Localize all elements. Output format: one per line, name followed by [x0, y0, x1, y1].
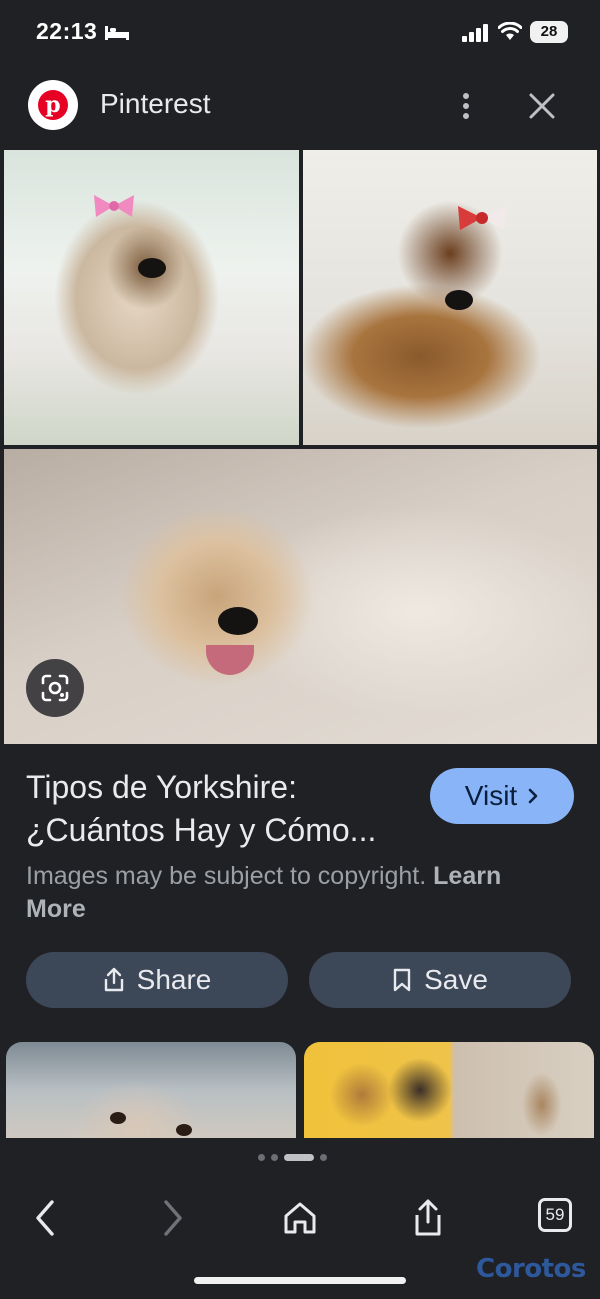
back-icon[interactable] [26, 1198, 66, 1238]
result-title-line1: Tipos de Yorkshire: [26, 769, 297, 805]
result-image-1[interactable] [4, 150, 299, 445]
result-title: Tipos de Yorkshire: ¿Cuántos Hay y Cómo.… [26, 766, 416, 852]
signal-icon [462, 24, 488, 42]
related-image-2[interactable] [304, 1042, 594, 1138]
bed-icon [105, 26, 129, 40]
visit-label: Visit [464, 780, 518, 811]
status-time: 22:13 [36, 18, 98, 44]
home-indicator[interactable] [194, 1277, 406, 1284]
result-image-2[interactable] [303, 150, 597, 445]
lens-icon [41, 674, 69, 702]
visit-button[interactable]: Visit [430, 768, 574, 824]
bookmark-icon [393, 968, 411, 992]
wifi-icon [498, 22, 522, 40]
site-name: Pinterest [100, 88, 211, 119]
share-nav-icon[interactable] [408, 1198, 448, 1238]
lens-button[interactable] [26, 659, 84, 717]
share-button[interactable]: Share [26, 952, 288, 1008]
pinterest-logo: p [28, 80, 78, 130]
chevron-right-icon [528, 788, 538, 804]
tabs-icon[interactable]: 59 [538, 1198, 572, 1232]
copyright-text: Images may be subject to copyright. [26, 862, 427, 890]
dog-nose [218, 607, 258, 635]
battery-indicator: 28 [530, 21, 568, 43]
pink-bow [94, 195, 134, 217]
related-image-1[interactable] [6, 1042, 296, 1138]
red-bow [458, 206, 506, 230]
save-button[interactable]: Save [309, 952, 571, 1008]
dog-nose [138, 258, 166, 278]
dog-eye [176, 1124, 192, 1136]
watermark: Corotos [476, 1254, 586, 1284]
share-label: Share [136, 964, 212, 995]
result-image-main[interactable] [4, 449, 597, 744]
dog-tongue [206, 645, 254, 675]
page-indicator [258, 1154, 327, 1161]
site-header: p Pinterest [0, 66, 600, 146]
result-title-line2: ¿Cuántos Hay y Cómo... [26, 812, 377, 848]
dog-eye [110, 1112, 126, 1124]
share-icon [104, 967, 123, 992]
copyright-notice: Images may be subject to copyright. Lear… [26, 860, 566, 926]
close-icon[interactable] [526, 90, 558, 122]
status-bar: 22:13 28 [0, 0, 600, 66]
dog-nose [445, 290, 473, 310]
more-vert-icon[interactable] [450, 90, 482, 122]
forward-icon[interactable] [152, 1198, 192, 1238]
save-label: Save [424, 964, 488, 995]
home-icon[interactable] [280, 1198, 320, 1238]
